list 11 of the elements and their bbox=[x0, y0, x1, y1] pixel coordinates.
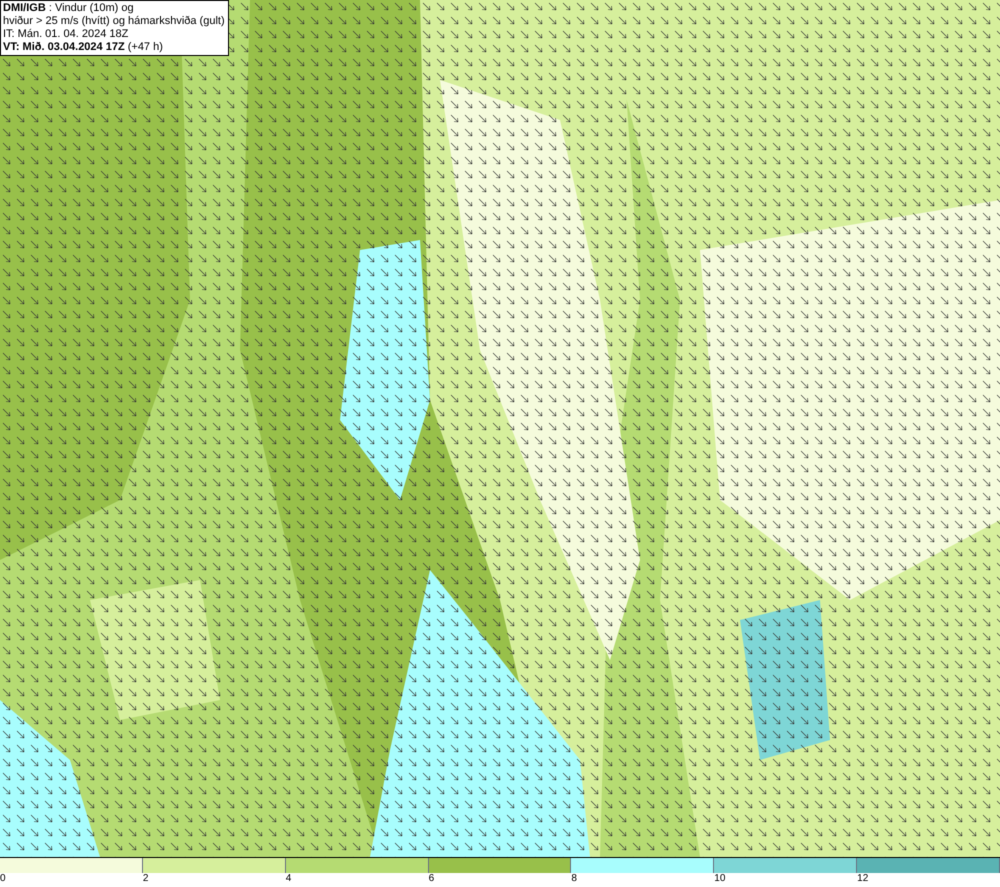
scale-label: 2 bbox=[142, 873, 148, 885]
scale-label: 12 bbox=[857, 873, 868, 885]
scale-label: 4 bbox=[286, 873, 292, 885]
scale-label: 10 bbox=[714, 873, 726, 885]
scale-label: 0 bbox=[0, 873, 6, 885]
legend-text: DMI/IGB : Vindur (10m) og bbox=[3, 2, 135, 15]
scale-label: 6 bbox=[428, 873, 434, 885]
legend-text: hviður > 25 m/s (hvítt) og hámarkshviða (gult) bbox=[3, 15, 226, 28]
legend-text: IT: Mán. 01. 04. 2024 18Z bbox=[3, 28, 130, 41]
legend-text: VT: Mið. 03.04.2024 17Z (+47 h) bbox=[3, 41, 164, 54]
scale-label: 8 bbox=[571, 873, 577, 885]
